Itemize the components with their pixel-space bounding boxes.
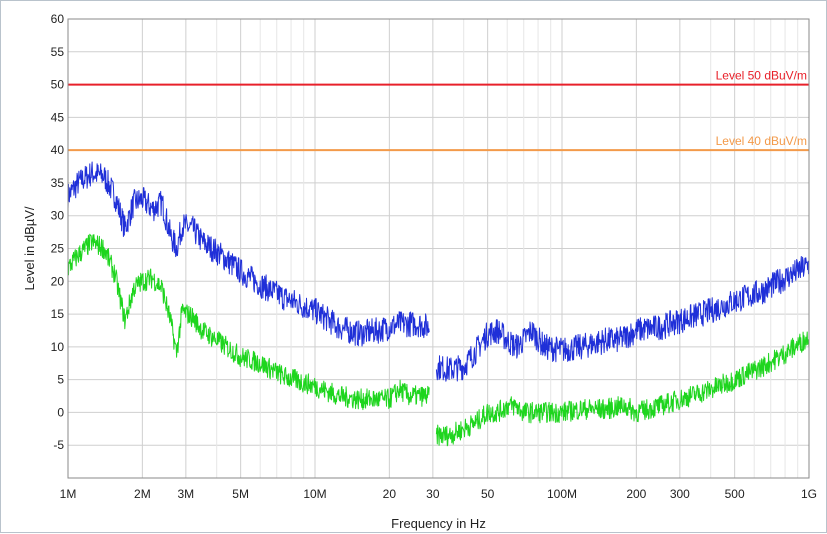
y-tick-label: 20 [51,274,65,288]
y-tick-label: 30 [51,209,65,223]
x-tick-label: 50 [481,487,495,501]
y-tick-label: -5 [53,438,64,452]
y-tick-label: 25 [51,242,65,256]
x-tick-label: 200 [626,487,646,501]
emission-chart: Level 50 dBuV/m Level 40 dBuV/m -5 0 5 10 15 2… [22,12,817,531]
series-layer [67,161,810,447]
grid [68,18,809,478]
x-tick-label: 3M [178,487,195,501]
y-tick-label: 10 [51,340,65,354]
x-tick-label: 10M [303,487,326,501]
x-tick-label: 300 [670,487,690,501]
x-tick-label: 1M [60,487,77,501]
y-tick-label: 50 [51,78,65,92]
x-axis-title: Frequency in Hz [391,516,486,531]
y-tick-label: 5 [57,373,64,387]
series-line [435,331,810,447]
reference-lines: Level 50 dBuV/m Level 40 dBuV/m [68,69,809,152]
x-tick-label: 1G [801,487,817,501]
y-tick-label: 35 [51,176,65,190]
y-tick-label: 45 [51,110,65,124]
x-tick-label: 100M [547,487,577,501]
y-tick-label: 15 [51,307,65,321]
x-tick-label: 500 [725,487,745,501]
x-tick-label: 5M [232,487,249,501]
x-tick-label: 2M [134,487,151,501]
x-tick-label: 20 [383,487,397,501]
chart-frame: Level 50 dBuV/m Level 40 dBuV/m -5 0 5 10 15 2… [0,0,827,533]
reference-line-label: Level 50 dBuV/m [716,69,807,83]
y-tick-label: 60 [51,12,65,26]
y-tick-label: 0 [57,405,64,419]
series-line [67,161,430,347]
y-axis-title: Level in dBµV/ [22,206,37,290]
y-tick-label: 40 [51,143,65,157]
y-tick-label: 55 [51,45,65,59]
reference-line-label: Level 40 dBuV/m [716,134,807,148]
x-tick-label: 30 [426,487,440,501]
